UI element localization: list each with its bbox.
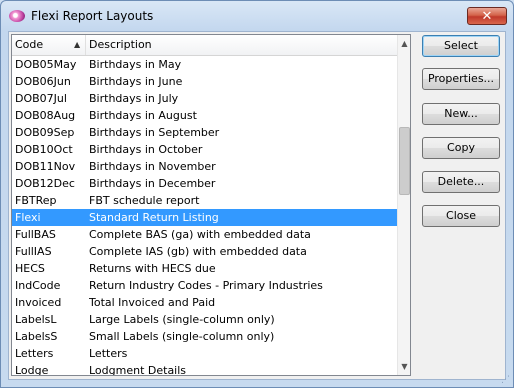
- list-item[interactable]: Invoiced Total Invoiced and Paid: [12, 294, 397, 311]
- list-item-code: Lodge: [15, 364, 49, 376]
- close-window-button[interactable]: ✕: [467, 7, 507, 25]
- list-item-code: DOB08Aug: [15, 109, 76, 122]
- select-button[interactable]: Select: [422, 35, 500, 57]
- list-item-code: HECS: [15, 262, 45, 275]
- layouts-list[interactable]: Code ▲ Description DOB05May Birthdays in …: [11, 34, 411, 376]
- list-item[interactable]: LabelsS Small Labels (single-column only): [12, 328, 397, 345]
- list-item[interactable]: FullIAS Complete IAS (gb) with embedded d…: [12, 243, 397, 260]
- dialog-body: Code ▲ Description DOB05May Birthdays in …: [8, 31, 506, 380]
- list-item[interactable]: LabelsL Large Labels (single-column only): [12, 311, 397, 328]
- list-item-description: Large Labels (single-column only): [89, 313, 275, 326]
- list-item-description: Birthdays in November: [89, 160, 216, 173]
- list-item-description: Birthdays in June: [89, 75, 183, 88]
- list-item-description: Complete BAS (ga) with embedded data: [89, 228, 311, 241]
- list-item[interactable]: DOB11Nov Birthdays in November: [12, 158, 397, 175]
- list-item-code: DOB09Sep: [15, 126, 75, 139]
- app-logo-icon: [9, 10, 25, 22]
- dialog-window: Flexi Report Layouts ✕ Code ▲ Descriptio…: [0, 0, 514, 388]
- list-item-code: DOB10Oct: [15, 143, 73, 156]
- list-item-code: DOB05May: [15, 58, 77, 71]
- list-item-description: Complete IAS (gb) with embedded data: [89, 245, 307, 258]
- close-button[interactable]: Close: [422, 205, 500, 227]
- title-bar[interactable]: Flexi Report Layouts ✕: [1, 1, 513, 31]
- list-item-description: Lodgment Details: [89, 364, 187, 376]
- list-rows: DOB05May Birthdays in May DOB06Jun Birthday…: [12, 56, 397, 376]
- list-item-code: DOB06Jun: [15, 75, 71, 88]
- list-item-description: Birthdays in December: [89, 177, 216, 190]
- list-item-code: LabelsS: [15, 330, 58, 343]
- list-item[interactable]: DOB10Oct Birthdays in October: [12, 141, 397, 158]
- scrollbar-thumb[interactable]: [399, 127, 410, 195]
- list-header: Code ▲ Description: [12, 35, 397, 56]
- list-item[interactable]: DOB08Aug Birthdays in August: [12, 107, 397, 124]
- scroll-up-icon[interactable]: ▲: [398, 35, 410, 52]
- column-header-code[interactable]: Code ▲: [12, 35, 86, 55]
- list-item[interactable]: DOB07Jul Birthdays in July: [12, 90, 397, 107]
- list-item[interactable]: DOB09Sep Birthdays in September: [12, 124, 397, 141]
- list-item[interactable]: IndCode Return Industry Codes - Primary I…: [12, 277, 397, 294]
- list-item-description: Birthdays in July: [89, 92, 179, 105]
- list-item-code: Letters: [15, 347, 54, 360]
- list-item[interactable]: Flexi Standard Return Listing: [12, 209, 397, 226]
- list-item-code: FullIAS: [15, 245, 52, 258]
- list-item[interactable]: FBTRep FBT schedule report: [12, 192, 397, 209]
- list-item-code: DOB12Dec: [15, 177, 75, 190]
- copy-button[interactable]: Copy: [422, 137, 500, 159]
- list-item[interactable]: Letters Letters: [12, 345, 397, 362]
- list-item-description: Returns with HECS due: [89, 262, 216, 275]
- list-item[interactable]: DOB06Jun Birthdays in June: [12, 73, 397, 90]
- list-item-description: Birthdays in October: [89, 143, 203, 156]
- list-item-description: Return Industry Codes - Primary Industri…: [89, 279, 323, 292]
- list-item[interactable]: Lodge Lodgment Details: [12, 362, 397, 376]
- column-header-description-label: Description: [89, 38, 152, 51]
- new-button[interactable]: New...: [422, 103, 500, 125]
- close-icon: ✕: [481, 9, 493, 24]
- scroll-down-icon[interactable]: ▼: [398, 358, 410, 375]
- list-item-code: FullBAS: [15, 228, 56, 241]
- list-item-code: FBTRep: [15, 194, 57, 207]
- list-item-code: IndCode: [15, 279, 61, 292]
- list-item[interactable]: DOB12Dec Birthdays in December: [12, 175, 397, 192]
- list-item[interactable]: DOB05May Birthdays in May: [12, 56, 397, 73]
- list-item-code: Invoiced: [15, 296, 62, 309]
- vertical-scrollbar[interactable]: ▲ ▼: [397, 35, 410, 375]
- list-item-code: DOB11Nov: [15, 160, 76, 173]
- list-item-description: Total Invoiced and Paid: [89, 296, 216, 309]
- list-item[interactable]: HECS Returns with HECS due: [12, 260, 397, 277]
- list-item-description: Letters: [89, 347, 128, 360]
- list-item-description: Small Labels (single-column only): [89, 330, 275, 343]
- list-item-description: Birthdays in September: [89, 126, 220, 139]
- list-item[interactable]: FullBAS Complete BAS (ga) with embedded d…: [12, 226, 397, 243]
- sort-ascending-icon: ▲: [74, 40, 81, 49]
- properties-button[interactable]: Properties...: [422, 68, 500, 90]
- delete-button[interactable]: Delete...: [422, 171, 500, 193]
- column-header-description[interactable]: Description: [86, 35, 397, 55]
- list-item-code: DOB07Jul: [15, 92, 67, 105]
- list-item-code: LabelsL: [15, 313, 57, 326]
- window-title: Flexi Report Layouts: [31, 9, 154, 23]
- resize-grip-icon[interactable]: ⋰: [501, 375, 511, 385]
- list-item-description: Standard Return Listing: [89, 211, 219, 224]
- list-item-description: FBT schedule report: [89, 194, 200, 207]
- list-item-code: Flexi: [15, 211, 41, 224]
- column-header-code-label: Code: [15, 38, 44, 51]
- list-item-description: Birthdays in August: [89, 109, 197, 122]
- list-item-description: Birthdays in May: [89, 58, 182, 71]
